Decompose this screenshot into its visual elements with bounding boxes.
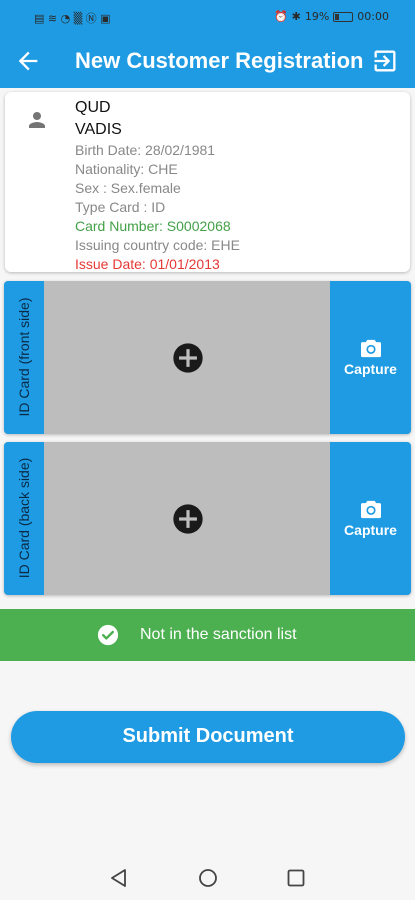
person-icon (29, 112, 45, 128)
capture-back-button[interactable]: Capture (330, 442, 411, 595)
app-bar: New Customer Registration (0, 34, 415, 88)
customer-first-name: QUD (75, 99, 111, 116)
capture-front-label: Capture (344, 361, 397, 377)
id-card-front-photo-area[interactable] (44, 281, 330, 434)
logout-button[interactable] (371, 47, 399, 75)
nav-back-icon[interactable] (109, 868, 129, 888)
nav-recents-icon[interactable] (286, 868, 306, 888)
card-type: Type Card : ID (75, 199, 166, 215)
nav-home-icon[interactable] (198, 868, 218, 888)
id-card-back-label-bar: ID Card (back side) (4, 442, 44, 595)
camera-icon (361, 339, 381, 358)
status-indicator-icons: ▤ ≋ ◔ ▒ Ⓝ ▣ (34, 12, 111, 25)
issue-date: Issue Date: 01/01/2013 (75, 256, 220, 272)
alarm-bluetooth-icons: ⏰ ✱ (274, 10, 301, 23)
status-icons-left: ▤ ≋ ◔ ▒ Ⓝ ▣ (34, 10, 111, 26)
card-number: Card Number: S0002068 (75, 218, 231, 234)
arrow-back-icon (18, 51, 38, 71)
customer-last-name: VADIS (75, 121, 122, 138)
capture-back-label: Capture (344, 522, 397, 538)
id-card-front-panel: ID Card (front side) Capture (4, 281, 411, 434)
id-card-front-label-bar: ID Card (front side) (4, 281, 44, 434)
status-bar: ▤ ≋ ◔ ▒ Ⓝ ▣ ⏰ ✱ 19% 00:00 (0, 0, 415, 34)
battery-percent: 19% (304, 10, 330, 23)
submit-document-button[interactable]: Submit Document (11, 711, 405, 763)
add-circle-icon[interactable] (172, 503, 204, 535)
system-nav-bar (0, 852, 415, 900)
logout-icon (374, 50, 396, 72)
page-title: New Customer Registration (75, 48, 364, 73)
camera-icon (361, 500, 381, 519)
id-card-back-panel: ID Card (back side) Capture (4, 442, 411, 595)
add-circle-icon[interactable] (172, 342, 204, 374)
status-icons-right: ⏰ ✱ 19% 00:00 (274, 10, 389, 23)
back-button[interactable] (14, 47, 42, 75)
customer-info-card: QUD VADIS Birth Date: 28/02/1981 Nationa… (5, 92, 410, 272)
sanction-status-banner: Not in the sanction list (0, 609, 415, 661)
issuing-country-code: Issuing country code: EHE (75, 237, 240, 253)
id-card-back-photo-area[interactable] (44, 442, 330, 595)
capture-front-button[interactable]: Capture (330, 281, 411, 434)
customer-details: QUD VADIS Birth Date: 28/02/1981 Nationa… (75, 97, 240, 274)
battery-icon (333, 11, 354, 22)
submit-document-label: Submit Document (122, 725, 294, 747)
id-card-back-label: ID Card (back side) (16, 457, 32, 579)
nationality: Nationality: CHE (75, 161, 178, 177)
sanction-status-text: Not in the sanction list (140, 626, 297, 643)
id-card-front-label: ID Card (front side) (16, 297, 32, 417)
clock: 00:00 (357, 10, 389, 23)
birth-date: Birth Date: 28/02/1981 (75, 142, 216, 158)
sex: Sex : Sex.female (75, 180, 181, 196)
check-circle-icon (97, 624, 119, 646)
